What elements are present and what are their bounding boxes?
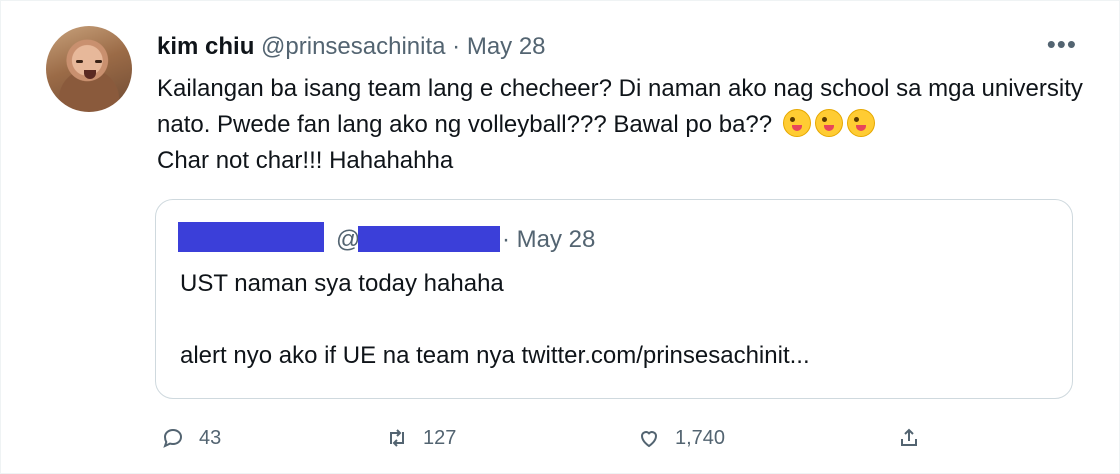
tweet-date[interactable]: May 28 — [467, 33, 546, 60]
quoted-text-line2: alert nyo ako if UE na team nya twitter.… — [180, 342, 810, 369]
reply-button[interactable]: 43 — [161, 426, 221, 450]
tweet-card[interactable]: kim chiu @prinsesachinita · May 28 ••• K… — [0, 0, 1120, 474]
tweet-text-tail: Char not char!!! Hahahahha — [157, 147, 454, 174]
author-name[interactable]: kim chiu — [157, 33, 254, 60]
retweet-count: 127 — [423, 426, 457, 449]
author-handle[interactable]: @prinsesachinita — [261, 33, 445, 60]
like-button[interactable]: 1,740 — [637, 426, 725, 450]
avatar-eye — [76, 60, 83, 63]
retweet-button[interactable]: 127 — [385, 426, 456, 450]
avatar-mouth — [84, 70, 96, 79]
zany-face-emoji-icon — [814, 109, 843, 137]
quoted-text-line1: UST naman sya today hahaha — [180, 270, 504, 297]
redacted-name — [178, 222, 324, 252]
zany-face-emoji-icon — [846, 109, 875, 137]
avatar-eye — [95, 60, 102, 63]
share-icon — [901, 428, 917, 446]
quoted-tweet[interactable]: @ · May 28 UST naman sya today hahaha al… — [155, 199, 1073, 399]
tweet-header: kim chiu @prinsesachinita · May 28 — [157, 31, 546, 63]
share-button[interactable] — [897, 426, 921, 450]
more-options-icon[interactable]: ••• — [1047, 29, 1077, 60]
action-bar: 43 127 1,740 — [1, 426, 1120, 456]
redacted-handle — [358, 226, 500, 252]
reply-count: 43 — [199, 426, 222, 449]
retweet-icon — [390, 429, 404, 447]
reply-icon — [163, 428, 183, 448]
zany-face-emoji-icon — [782, 109, 811, 137]
quoted-handle-prefix: @ — [336, 226, 361, 253]
quoted-date: · May 28 — [502, 226, 596, 253]
separator: · — [452, 33, 461, 60]
like-count: 1,740 — [675, 426, 726, 449]
heart-icon — [640, 431, 658, 448]
tweet-text: Kailangan ba isang team lang e checheer?… — [157, 71, 1087, 179]
tweet-text-main: Kailangan ba isang team lang e checheer?… — [157, 75, 1083, 138]
avatar[interactable] — [46, 26, 132, 112]
